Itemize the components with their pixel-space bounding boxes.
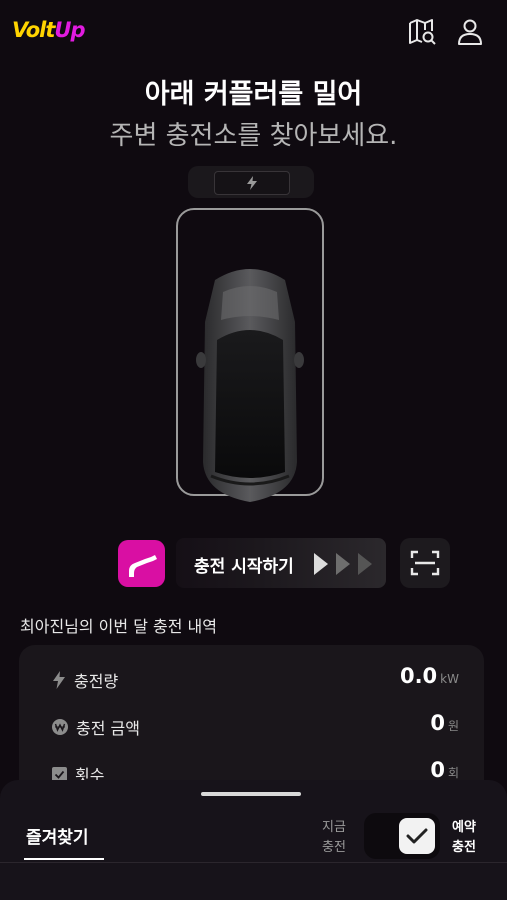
tab-active-indicator [24, 858, 104, 860]
tab-favorites[interactable]: 즐겨찾기 [26, 823, 89, 848]
history-value-count: 0회 [430, 758, 459, 782]
chevron-right-icon [314, 553, 372, 575]
divider [0, 862, 507, 863]
car-top-view-image [196, 269, 304, 502]
history-row-amount: 충전량 [52, 668, 118, 692]
volt-up-logo: VoltUp [12, 18, 85, 42]
lightning-icon [53, 671, 65, 689]
qr-scan-icon [410, 550, 440, 576]
mode-reserve-charging-label: 예약 충전 [452, 820, 476, 855]
charging-plug-button[interactable] [118, 540, 165, 587]
charging-plug-icon [128, 554, 157, 577]
mode-now-charging-label: 지금 충전 [322, 820, 346, 855]
start-charging-label: 충전 시작하기 [194, 557, 294, 577]
headline-line1: 아래 커플러를 밀어 [144, 79, 363, 110]
headline-line2: 주변 충전소를 찾아보세요. [109, 121, 398, 151]
won-icon [52, 719, 68, 735]
history-row-cost: 충전 금액 [52, 715, 140, 739]
monthly-history-title: 최아진님의 이번 달 충전 내역 [20, 617, 217, 636]
lightning-icon [247, 176, 257, 190]
history-value-amount: 0.0 kW [399, 664, 459, 688]
map-search-icon[interactable] [406, 16, 438, 48]
charging-mode-toggle-knob[interactable] [399, 818, 435, 854]
check-icon [406, 828, 428, 844]
history-value-cost: 0원 [430, 711, 459, 735]
bottom-sheet-handle[interactable] [201, 792, 301, 796]
user-icon[interactable] [454, 16, 486, 48]
coupler-slot-indicator [214, 171, 290, 195]
qr-scan-button[interactable] [400, 538, 450, 588]
